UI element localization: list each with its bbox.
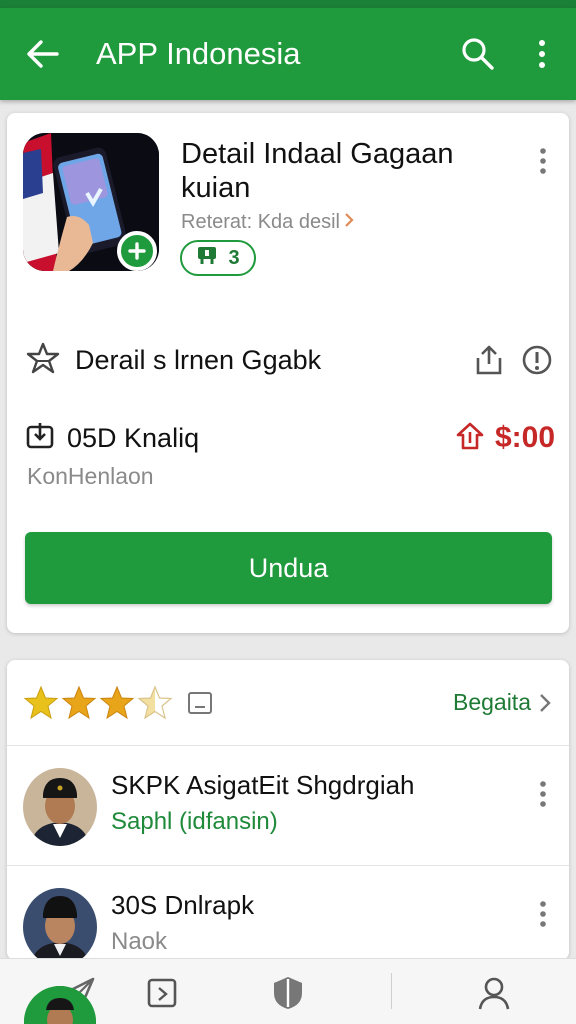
detail-row-label: Derail s lrnen Ggabk <box>75 344 322 375</box>
price-row-label: 05D Knaliq <box>67 422 200 453</box>
back-arrow-icon[interactable] <box>22 34 62 74</box>
star-icon <box>99 685 135 719</box>
list-item-subtitle: Saphl (idfansin) <box>111 808 278 835</box>
status-bar <box>0 0 576 8</box>
chevron-right-icon <box>344 212 354 233</box>
reviews-card: Begaita SKPK AsigatEit Shgdrgiah Saphl (… <box>7 660 569 966</box>
star-icon <box>23 685 59 719</box>
page-title: APP Indonesia <box>96 36 301 71</box>
star-icon <box>61 685 97 719</box>
rating-row[interactable]: Begaita <box>7 660 569 746</box>
home-up-icon <box>455 421 485 456</box>
share-icon[interactable] <box>471 342 507 378</box>
chevron-right-icon <box>540 693 551 712</box>
add-badge-icon <box>117 231 157 271</box>
chip-label: 3 <box>228 246 240 269</box>
app-bar: APP Indonesia <box>0 8 576 100</box>
info-icon[interactable] <box>519 342 555 378</box>
star-half-icon <box>137 684 173 719</box>
image-small-icon <box>187 690 213 716</box>
rating-chip[interactable]: 3 <box>180 240 256 276</box>
more-vert-icon[interactable] <box>520 32 564 76</box>
app-subtitle-text: Reterat: Kda desil <box>181 211 340 233</box>
see-all-label: Begaita <box>452 689 531 715</box>
badge-icon <box>196 245 218 271</box>
app-detail-card: Detail Indaal Gagaan kuian Reterat: Kda … <box>7 113 569 633</box>
price-value: $:00 <box>494 421 555 454</box>
app-subtitle[interactable]: Reterat: Kda desil <box>181 211 354 234</box>
star-outline-icon <box>25 341 61 380</box>
list-item-title: 30S Dnlrapk <box>111 890 255 920</box>
avatar <box>23 888 97 966</box>
nav-divider <box>391 973 392 1009</box>
download-box-icon <box>25 421 55 456</box>
list-item-subtitle: Naok <box>111 928 168 955</box>
account-icon[interactable] <box>472 971 516 1015</box>
install-button[interactable]: Undua <box>25 532 552 604</box>
price-row-subtitle: KonHenlaon <box>27 463 154 489</box>
avatar <box>23 768 97 846</box>
star-rating <box>23 684 173 721</box>
list-item-more-icon[interactable] <box>531 776 555 812</box>
see-all-link[interactable]: Begaita <box>453 689 551 716</box>
list-item[interactable]: SKPK AsigatEit Shgdrgiah Saphl (idfansin… <box>7 746 569 866</box>
detail-row[interactable]: Derail s lrnen Ggabk <box>25 338 555 382</box>
price-row: 05D Knaliq $:00 <box>25 416 555 460</box>
shield-icon[interactable] <box>266 971 310 1015</box>
list-item-title: SKPK AsigatEit Shgdrgiah <box>111 770 415 800</box>
card-more-icon[interactable] <box>531 143 555 179</box>
app-name: Detail Indaal Gagaan kuian <box>181 138 454 204</box>
search-icon[interactable] <box>456 32 500 76</box>
list-item-more-icon[interactable] <box>531 896 555 932</box>
image-icon[interactable] <box>140 971 184 1015</box>
